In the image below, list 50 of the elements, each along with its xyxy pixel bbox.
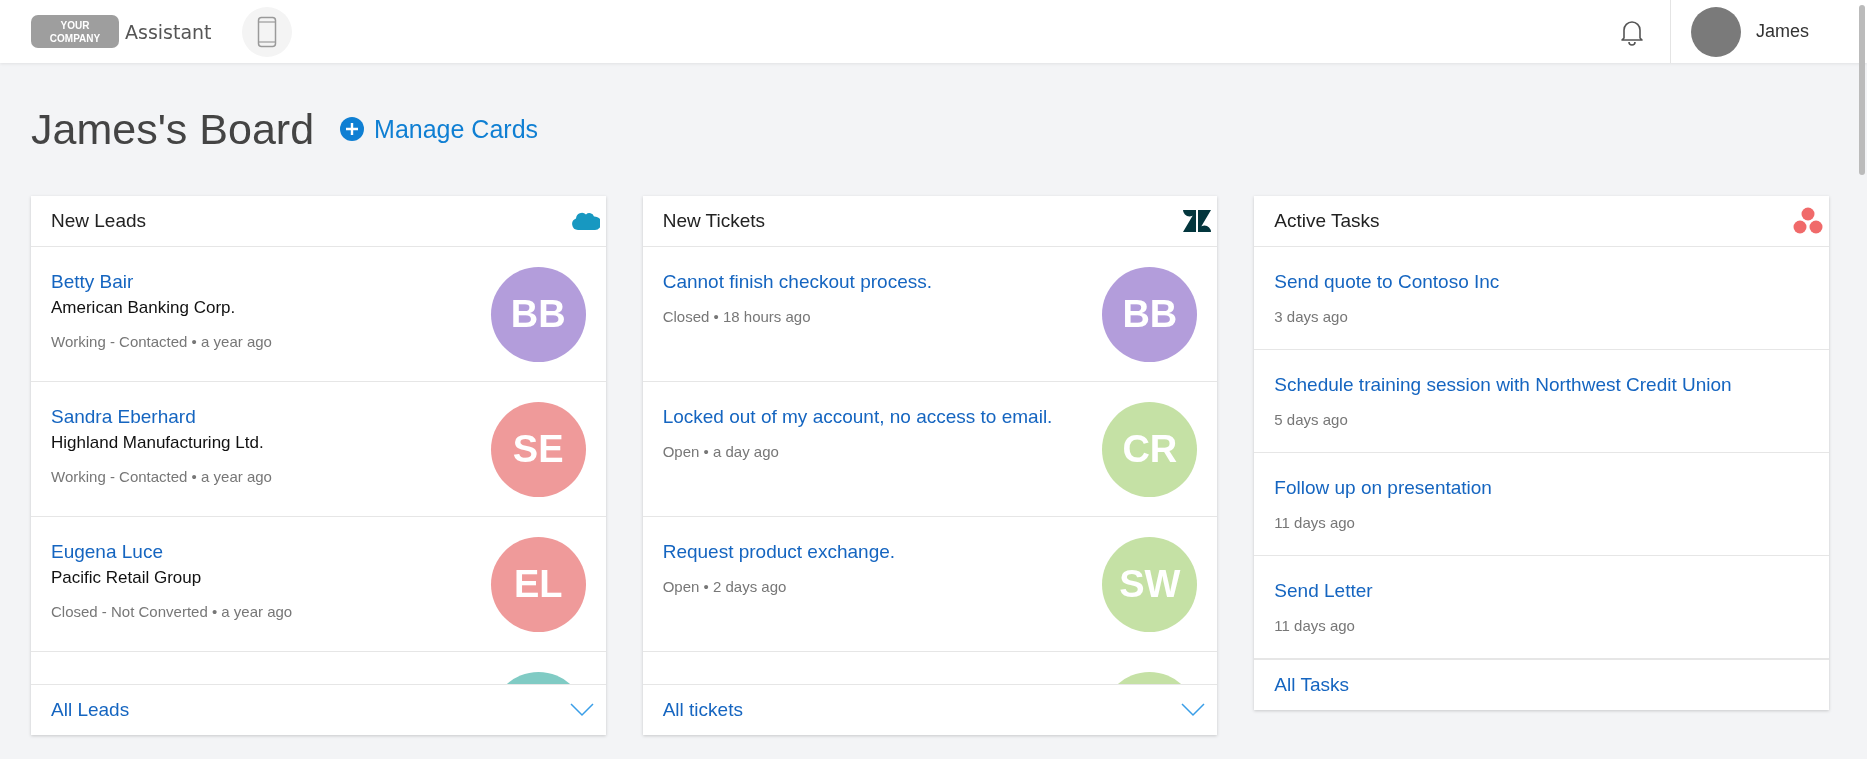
item-link[interactable]: Locked out of my account, no access to email.: [662, 405, 1103, 429]
item-link[interactable]: Request product exchange.: [662, 540, 1103, 564]
z-logo-icon: [1183, 210, 1212, 232]
item-link[interactable]: Betty Bair: [51, 270, 491, 294]
item-meta: Working - Contacted • a year ago: [51, 333, 273, 350]
initials-avatar: BB: [490, 266, 586, 362]
card-title: Active Tasks: [1274, 210, 1380, 232]
chevron-down-icon[interactable]: [569, 703, 594, 717]
item-meta: 11 days ago: [1274, 617, 1356, 634]
item-meta: 11 days ago: [1274, 514, 1356, 531]
item-link[interactable]: Eugena Luce: [51, 540, 491, 564]
item-link[interactable]: Send quote to Contoso Inc: [1274, 270, 1809, 294]
footer-link[interactable]: All tickets: [662, 699, 743, 721]
footer-link[interactable]: All Tasks: [1274, 674, 1349, 696]
company-name: American Banking Corp.: [51, 297, 237, 319]
initials-avatar: CR: [1102, 401, 1198, 497]
three-dots-logo-icon: [1793, 207, 1823, 235]
item-link[interactable]: Schedule training session with Northwest Credit Union: [1274, 373, 1809, 397]
initials-avatar: SE: [490, 401, 586, 497]
initials-avatar: SW: [1102, 536, 1198, 632]
add-icon: [340, 117, 365, 141]
manage-cards-button[interactable]: Manage Cards: [340, 114, 539, 144]
footer-link[interactable]: All Leads: [51, 699, 130, 721]
item-link[interactable]: Cannot finish checkout process.: [662, 270, 1103, 294]
item-meta: Closed - Not Converted • a year ago: [51, 603, 294, 620]
scrollbar[interactable]: [1859, 5, 1865, 175]
item-link[interactable]: Follow up on presentation: [1274, 476, 1809, 500]
app-name: Assistant: [125, 20, 212, 43]
item-meta: Working - Contacted • a year ago: [51, 468, 273, 485]
board-title: James's Board: [31, 104, 315, 154]
logo-text: YOUR: [60, 18, 90, 32]
item-meta: Open • 2 days ago: [662, 578, 788, 595]
company-name: Pacific Retail Group: [51, 567, 203, 589]
card-title: New Tickets: [662, 210, 766, 232]
phone-icon: [256, 15, 277, 48]
item-meta: 3 days ago: [1274, 308, 1349, 325]
user-avatar[interactable]: [1691, 6, 1741, 57]
initials-avatar: EL: [490, 536, 586, 632]
initials-avatar: BB: [1102, 266, 1198, 362]
chevron-down-icon[interactable]: [1181, 703, 1206, 717]
item-meta: Closed • 18 hours ago: [662, 308, 812, 325]
item-link[interactable]: Sandra Eberhard: [51, 405, 491, 429]
user-name[interactable]: James: [1756, 21, 1809, 42]
item-meta: Open • a day ago: [662, 443, 780, 460]
logo-text: COMPANY: [49, 31, 101, 45]
item-meta: 5 days ago: [1274, 411, 1349, 428]
item-link[interactable]: Send Letter: [1274, 579, 1809, 603]
card-title: New Leads: [51, 210, 147, 232]
company-name: Highland Manufacturing Ltd.: [51, 432, 265, 454]
cloud-logo-icon: [569, 210, 600, 232]
